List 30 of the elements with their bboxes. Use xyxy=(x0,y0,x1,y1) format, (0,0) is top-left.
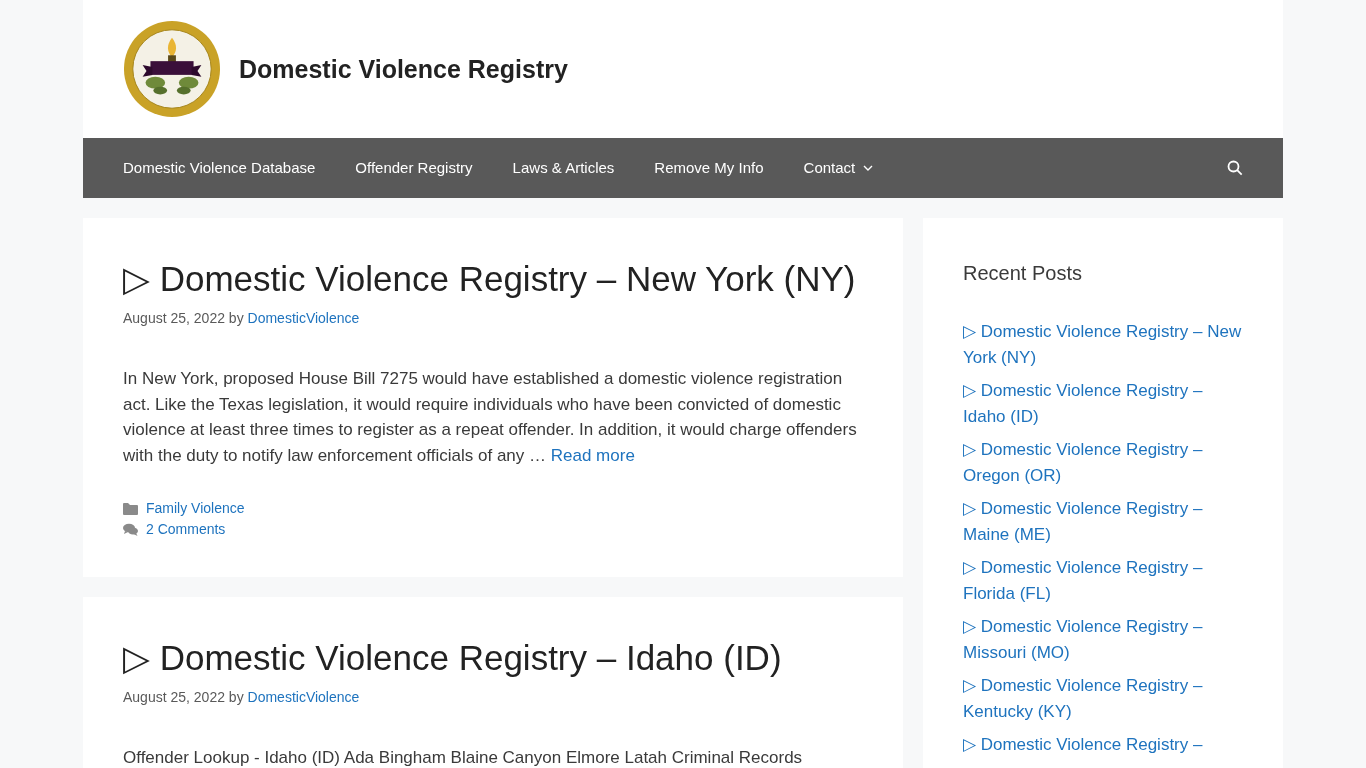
site-title[interactable]: Domestic Violence Registry xyxy=(239,54,568,84)
nav-link[interactable]: Laws & Articles xyxy=(492,138,635,198)
search-icon[interactable] xyxy=(1227,160,1243,176)
post-title[interactable]: ▷ Domestic Violence Registry – New York (NY) xyxy=(123,258,863,300)
post-date: August 25, 2022 by xyxy=(123,310,245,326)
author-link[interactable]: DomesticViolence xyxy=(247,310,360,326)
recent-post-link[interactable]: ▷ Domestic Violence Registry – Oregon (OR) xyxy=(963,437,1243,488)
category-link[interactable]: Family Violence xyxy=(146,500,245,516)
post-date: August 25, 2022 by xyxy=(123,689,245,705)
logo-icon[interactable] xyxy=(123,20,221,118)
nav-link[interactable]: Offender Registry xyxy=(335,138,493,198)
recent-post-link[interactable]: ▷ Domestic Violence Registry – Idaho (ID) xyxy=(963,378,1243,429)
read-more-link[interactable]: Read more xyxy=(550,445,635,465)
post-title[interactable]: ▷ Domestic Violence Registry – Idaho (ID) xyxy=(123,637,863,679)
nav-link[interactable]: Remove My Info xyxy=(634,138,784,198)
recent-post-link[interactable]: ▷ Domestic Violence Registry – Kentucky (KY) xyxy=(963,673,1243,724)
post-excerpt: Offender Lookup - Idaho (ID) Ada Bingham Blaine Canyon Elmore Latah Criminal Records xyxy=(123,747,804,768)
widget-title: Recent Posts xyxy=(963,262,1083,285)
author-link[interactable]: DomesticViolence xyxy=(247,689,360,705)
recent-post-link[interactable]: ▷ Domestic Violence Registry – New York (NY) xyxy=(963,319,1243,370)
comments-link[interactable]: 2 Comments xyxy=(146,521,226,537)
nav-link[interactable]: Domestic Violence Database xyxy=(103,138,336,198)
folder-icon xyxy=(123,501,138,515)
comments-icon xyxy=(123,522,138,536)
recent-post-link[interactable]: ▷ Domestic Violence Registry – Missouri (MO) xyxy=(963,614,1243,665)
recent-post-link[interactable]: ▷ Domestic Violence Registry – Maine (ME) xyxy=(963,496,1243,547)
nav-link[interactable]: Contact xyxy=(783,138,894,198)
recent-post-link[interactable]: ▷ Domestic Violence Registry – xyxy=(963,732,1243,758)
recent-post-link[interactable]: ▷ Domestic Violence Registry – Florida (FL) xyxy=(963,555,1243,606)
post-excerpt: In New York, proposed House Bill 7275 would have established a domestic violence registration act. Like the Texas legislation, it would require individuals who have been convicted of domestic violence at least three times to register as a repeat offender. In addition, it would charge offenders with the duty to notify law enforcement officials of any … Read more xyxy=(123,368,858,467)
